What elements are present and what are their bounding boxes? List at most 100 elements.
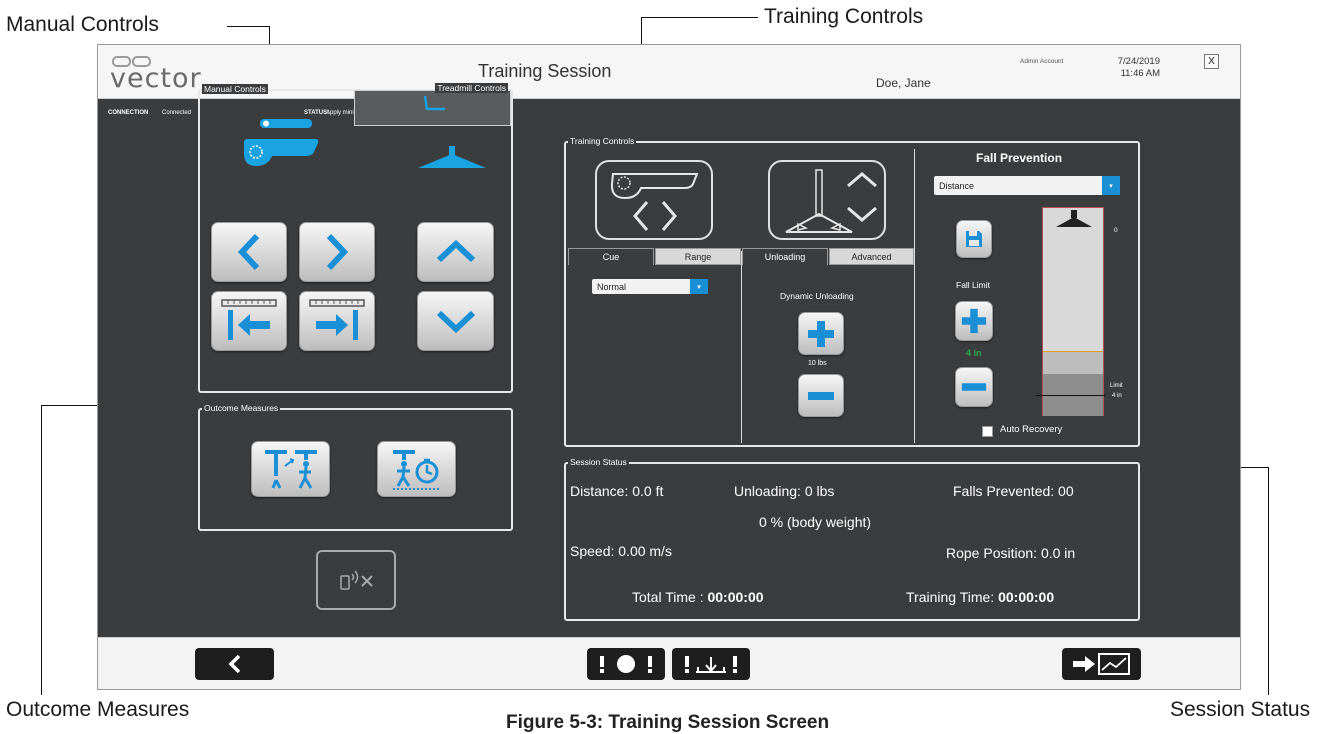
column-divider [741,251,742,443]
walk-test-button[interactable] [251,441,330,497]
wireless-status-button[interactable] [316,550,396,610]
total-time-value: 00:00:00 [707,589,764,605]
gauge-limit-zone [1043,351,1103,374]
gauge-limit-value: 4 in [1112,393,1122,399]
back-button[interactable] [195,648,274,680]
fall-limit-gauge [1042,207,1104,416]
callout-line [227,26,270,27]
outcome-measures-panel: Outcome Measures [198,403,513,531]
back-arrow-icon [228,654,240,674]
gauge-limit-label: Limit [1110,383,1123,389]
distance-readout: Distance: 0.0 ft [570,483,664,499]
figure-caption: Figure 5-3: Training Session Screen [506,712,830,733]
stop-alert-icon [600,655,652,673]
page-title: Training Session [478,61,612,81]
manual-controls-legend: Manual Controls [202,84,268,94]
treadmill-controls-tab[interactable]: Treadmill Controls [354,83,511,126]
fall-limit-value: 4 in [966,348,982,358]
raise-button[interactable] [417,222,494,282]
harness-unloading-icon [785,169,877,233]
training-session-window: vector Training Session Doe, Jane Admin … [97,44,1241,690]
gauge-limit-line [1036,395,1106,396]
timed-walk-icon [392,450,441,490]
unloading-value: 10 lbs [808,360,827,367]
speed-readout: Speed: 0.00 m/s [570,543,672,559]
callout-outcome-measures: Outcome Measures [6,698,190,721]
walk-distance-icon [264,450,317,489]
move-to-start-icon [221,299,277,340]
fall-limit-increase-button[interactable] [955,301,993,341]
close-button[interactable]: X [1204,54,1219,69]
trolley-small-icon [260,119,312,128]
auto-recovery-label: Auto Recovery [1000,424,1063,435]
treadmill-icon [423,95,445,111]
chevron-down-icon [436,310,475,333]
report-chart-icon [1072,653,1130,675]
cue-select-value: Normal [597,281,627,292]
fall-limit-decrease-button[interactable] [955,367,993,407]
connection-label: CONNECTION [108,110,149,116]
fall-prevention-mode-value: Distance [939,180,975,191]
outcome-measures-legend: Outcome Measures [202,403,281,413]
level-alert-icon [685,656,737,673]
dropdown-arrow-icon: ▾ [1102,176,1120,195]
falls-prevented-readout: Falls Prevented: 00 [953,483,1074,499]
move-right-button[interactable] [299,222,375,282]
lower-button[interactable] [417,291,494,351]
logo-text: vector [110,63,202,94]
calibration-alert-button[interactable] [672,648,750,680]
go-to-start-button[interactable] [211,291,287,351]
callout-line [641,17,758,18]
unloading-decrease-button[interactable] [798,374,844,417]
callout-line [1268,467,1269,695]
tab-advanced[interactable]: Advanced [829,248,914,265]
dropdown-arrow-icon: ▾ [690,279,708,294]
fall-prevention-mode-select[interactable]: Distance ▾ [934,176,1120,195]
time-label: 11:46 AM [1120,68,1160,79]
move-left-button[interactable] [211,222,287,282]
column-divider [914,149,915,443]
auto-recovery-checkbox[interactable] [982,426,993,437]
harness-icon [418,146,486,168]
timed-test-button[interactable] [377,441,456,497]
session-status-legend: Session Status [568,457,629,467]
trolley-cue-mode-button[interactable] [595,160,713,240]
chevron-up-icon [436,240,475,263]
connection-value: Connected [162,110,192,116]
go-to-end-button[interactable] [299,291,375,351]
trolley-icon [244,139,319,166]
tab-range[interactable]: Range [655,248,741,265]
total-time-label: Total Time : [632,589,708,605]
patient-name: Doe, Jane [876,76,931,90]
body-weight-readout: 0 % (body weight) [759,514,872,530]
total-time-readout: Total Time : 00:00:00 [632,589,764,605]
tab-cue[interactable]: Cue [568,248,654,265]
training-time-value: 00:00:00 [998,589,1055,605]
callout-manual-controls: Manual Controls [6,13,159,36]
plus-icon [808,320,834,347]
account-label: Admin Account [1020,58,1064,65]
trolley-range-icon [610,173,699,231]
training-controls-legend: Training Controls [568,136,637,146]
dynamic-unloading-label: Dynamic Unloading [780,291,854,301]
save-fall-limit-button[interactable] [956,220,992,258]
training-time-readout: Training Time: 00:00:00 [906,589,1054,605]
view-report-button[interactable] [1062,648,1141,680]
move-to-end-icon [309,299,365,340]
minus-icon [808,391,834,400]
date-label: 7/24/2019 [1117,56,1160,67]
emergency-stop-button[interactable] [587,648,665,680]
bottom-toolbar [98,637,1240,689]
harness-gauge-icon [1056,210,1092,227]
fall-prevention-title: Fall Prevention [976,151,1063,165]
tab-unloading[interactable]: Unloading [742,248,828,265]
callout-session-status: Session Status [1170,698,1311,721]
wireless-off-icon [340,570,373,590]
unloading-mode-button[interactable] [768,160,886,240]
chevron-left-icon [237,233,260,271]
cue-select[interactable]: Normal ▾ [592,279,708,294]
treadmill-tab-label: Treadmill Controls [435,83,508,93]
callout-line [41,405,42,695]
chevron-right-icon [326,233,349,271]
unloading-increase-button[interactable] [798,312,844,355]
